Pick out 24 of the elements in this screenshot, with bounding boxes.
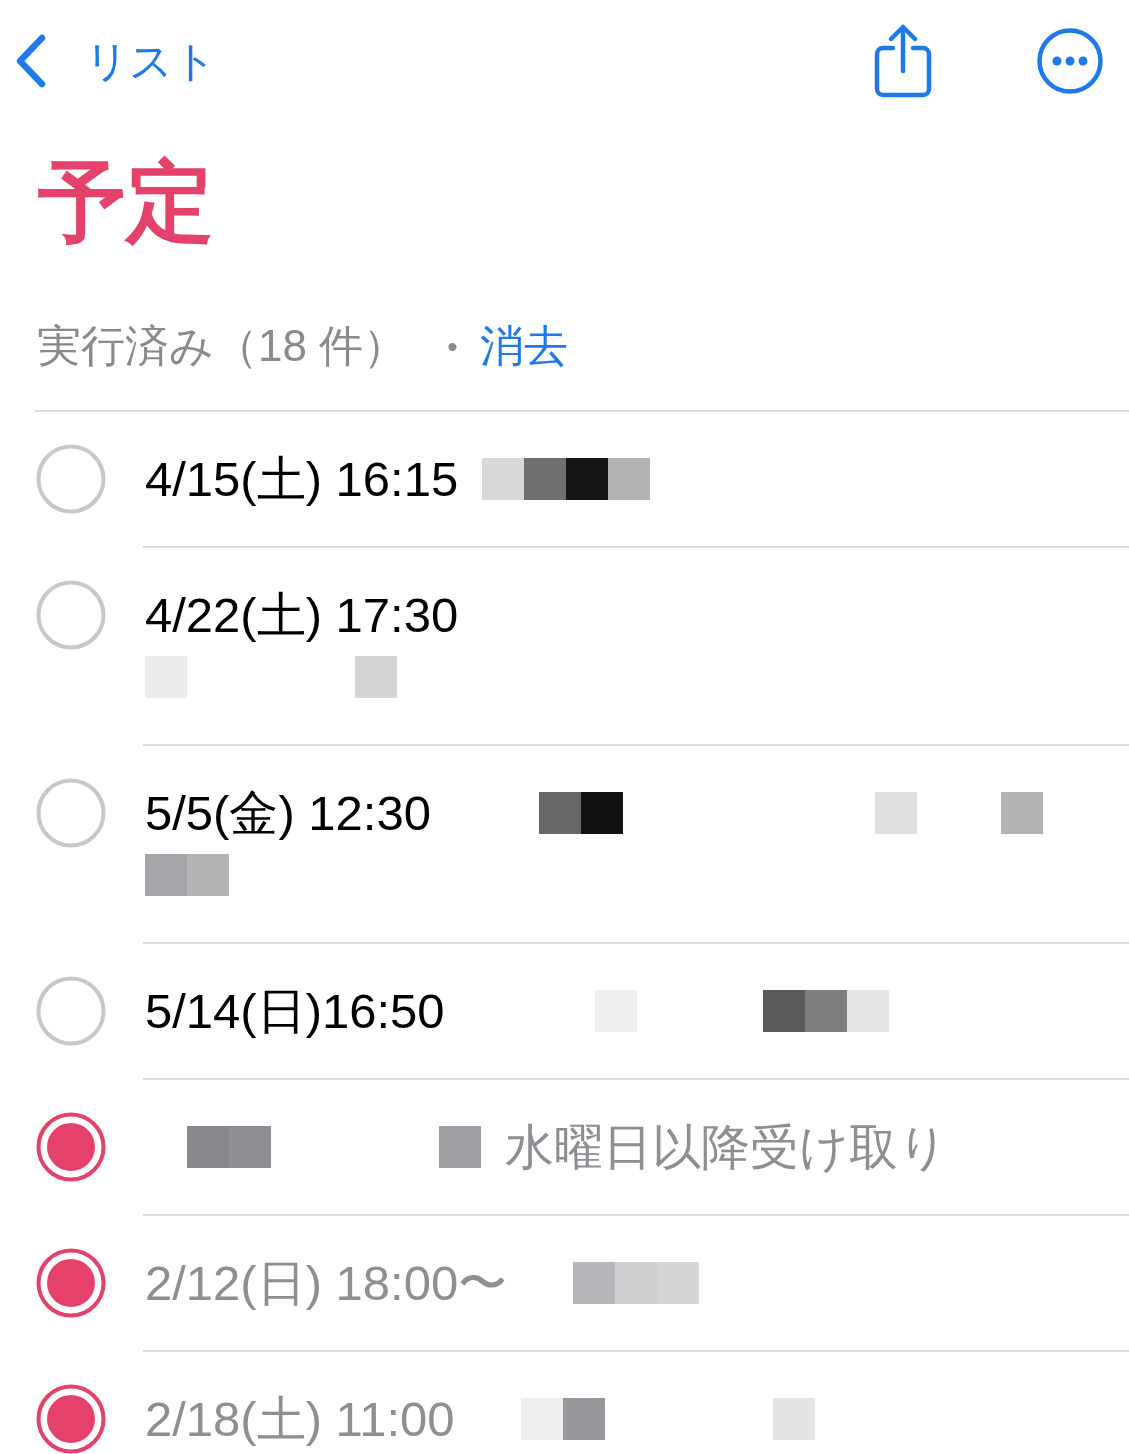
more-button[interactable] xyxy=(1037,28,1103,94)
reminder-title: 4/15(土) 16:15 xyxy=(145,450,459,508)
completion-checkbox[interactable] xyxy=(36,1248,106,1318)
completion-checkbox[interactable] xyxy=(36,580,106,650)
list-title: 予定 xyxy=(38,152,214,251)
completion-checkbox[interactable] xyxy=(36,444,106,514)
clear-button[interactable]: 消去 xyxy=(479,319,568,373)
completed-count: 実行済み（18 件） xyxy=(37,320,408,372)
chevron-left-icon xyxy=(15,34,47,88)
reminder-title: 5/14(日)16:50 xyxy=(145,982,445,1040)
completion-checkbox[interactable] xyxy=(36,1112,106,1182)
reminder-title: 5/5(金) 12:30 xyxy=(145,784,431,842)
back-button[interactable]: リスト xyxy=(15,34,217,88)
completion-checkbox[interactable] xyxy=(36,976,106,1046)
reminder-title: 2/12(日) 18:00〜 xyxy=(145,1254,508,1312)
more-icon xyxy=(1037,28,1103,94)
share-icon xyxy=(874,24,932,98)
reminder-title: 水曜日以降受け取り xyxy=(505,1118,948,1176)
reminder-title: 2/18(土) 11:00 xyxy=(145,1390,455,1448)
share-button[interactable] xyxy=(874,24,932,98)
completion-checkbox[interactable] xyxy=(36,778,106,848)
completion-checkbox[interactable] xyxy=(36,1384,106,1454)
reminder-title: 4/22(土) 17:30 xyxy=(145,586,459,644)
bullet-separator: • xyxy=(447,328,458,365)
